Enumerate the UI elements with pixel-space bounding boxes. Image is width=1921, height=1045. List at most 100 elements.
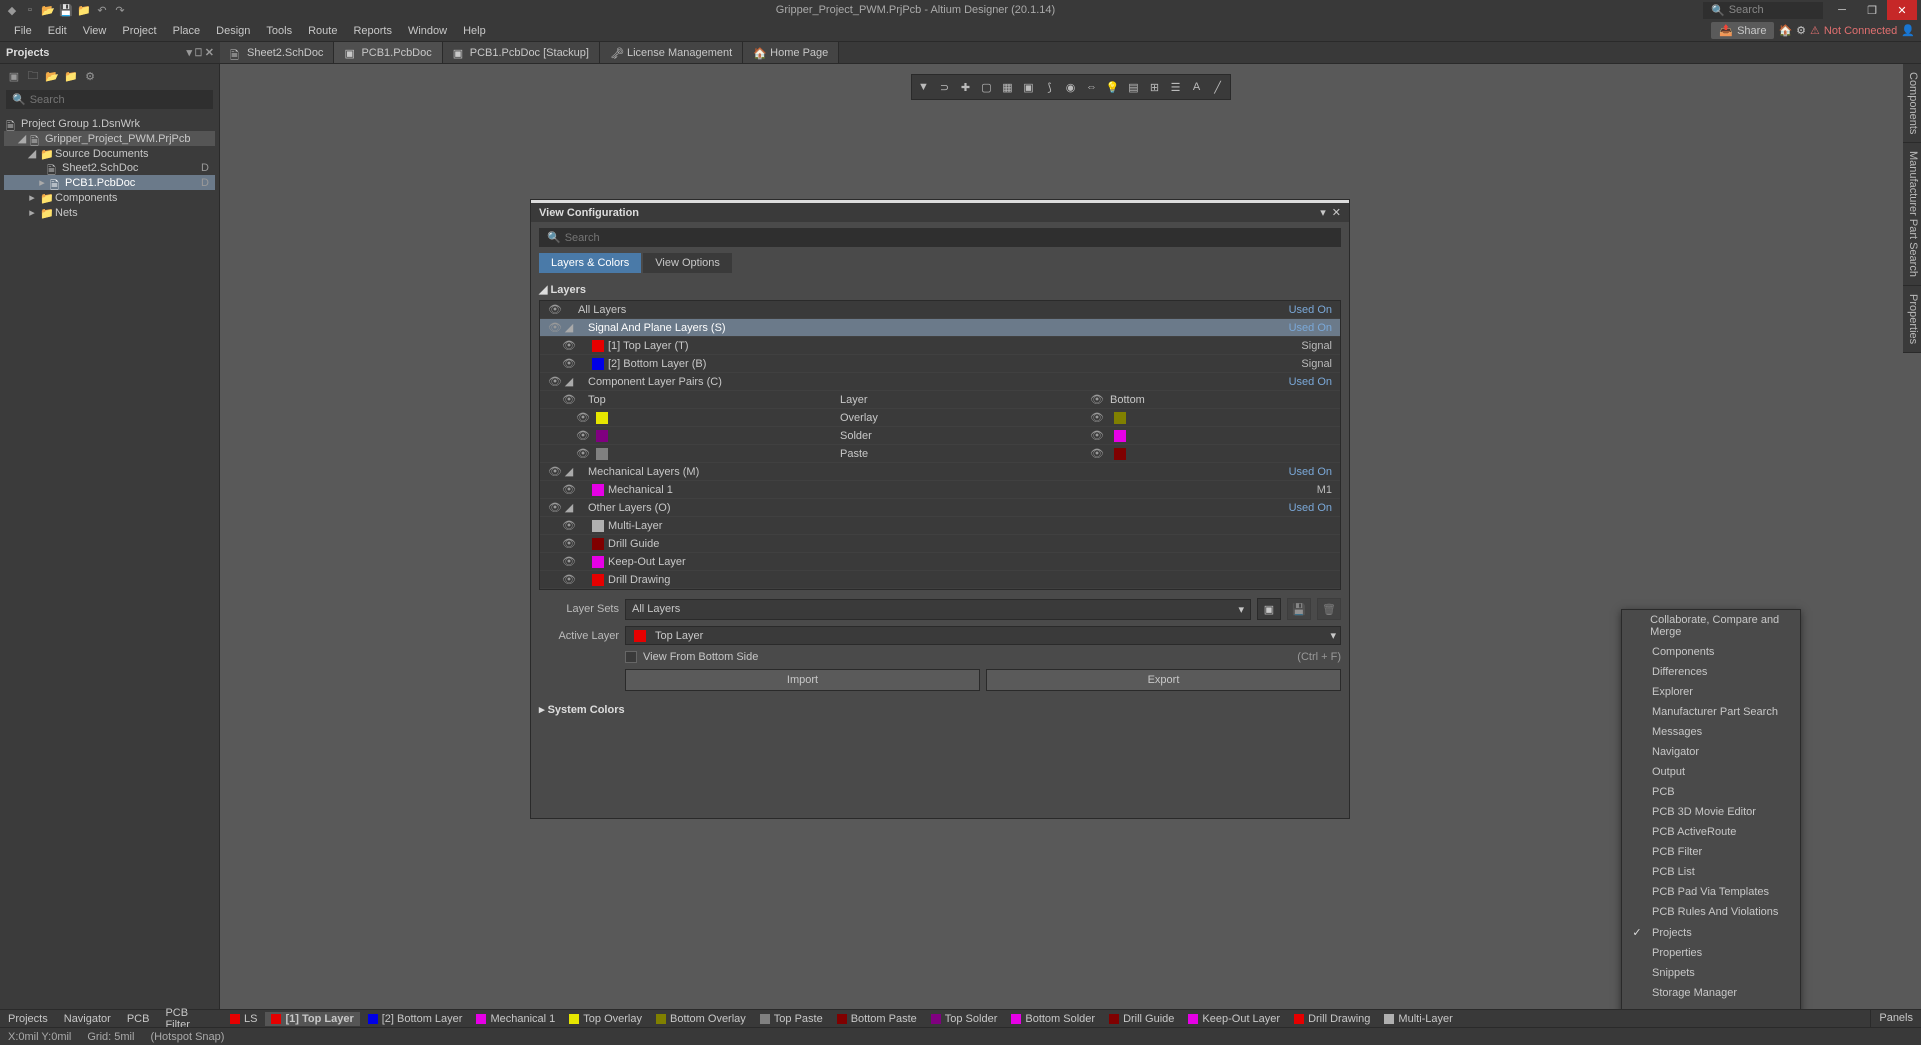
- tree-sheet2[interactable]: 🗎Sheet2.SchDocD: [4, 161, 215, 175]
- vc-section-layers[interactable]: ◢ Layers: [539, 279, 1341, 300]
- layer-chip[interactable]: Mechanical 1: [470, 1012, 561, 1026]
- right-tab[interactable]: Manufacturer Part Search: [1903, 143, 1921, 286]
- layer-ls[interactable]: LS: [224, 1012, 263, 1026]
- expand-icon[interactable]: ◢: [17, 132, 27, 145]
- square-icon[interactable]: ▢: [978, 78, 996, 96]
- bottom-tab[interactable]: Projects: [0, 1011, 56, 1027]
- doc-tab[interactable]: 🗎Sheet2.SchDoc: [220, 42, 334, 63]
- menu-tools[interactable]: Tools: [258, 22, 300, 40]
- ctx-item[interactable]: PCB Pad Via Templates: [1622, 882, 1800, 902]
- layer-sets-save[interactable]: 💾: [1287, 598, 1311, 620]
- vc-mech-layers[interactable]: 👁◢Mechanical Layers (M)Used On: [540, 463, 1340, 481]
- projects-search[interactable]: 🔍: [6, 90, 213, 109]
- vc-drill-draw[interactable]: 👁Drill Drawing: [540, 571, 1340, 589]
- ctx-item[interactable]: Snippets: [1622, 963, 1800, 983]
- vc-paste-row[interactable]: 👁Paste👁: [540, 445, 1340, 463]
- eye-icon[interactable]: 👁: [548, 321, 562, 334]
- ctx-item[interactable]: PCB List: [1622, 862, 1800, 882]
- layer-sets-add[interactable]: ▣: [1257, 598, 1281, 620]
- color-swatch[interactable]: [592, 484, 604, 496]
- vc-search[interactable]: 🔍: [539, 228, 1341, 247]
- tab-layers-colors[interactable]: Layers & Colors: [539, 253, 641, 273]
- ctx-item[interactable]: Output: [1622, 762, 1800, 782]
- vc-search-input[interactable]: [565, 232, 1333, 244]
- layer-icon[interactable]: ▤: [1125, 78, 1143, 96]
- line-icon[interactable]: ╱: [1209, 78, 1227, 96]
- right-tab[interactable]: Components: [1903, 64, 1921, 143]
- eye-icon[interactable]: 👁: [562, 519, 576, 532]
- vc-top-layer[interactable]: 👁[1] Top Layer (T)Signal: [540, 337, 1340, 355]
- folder-icon[interactable]: 📁: [76, 2, 92, 18]
- layer-chip[interactable]: Bottom Paste: [831, 1012, 923, 1026]
- projects-header-buttons[interactable]: ▾ ⎕ ✕: [187, 46, 214, 60]
- ctx-item[interactable]: Differences: [1622, 662, 1800, 682]
- eye-icon[interactable]: 👁: [576, 447, 590, 460]
- ctx-item[interactable]: Storage Manager: [1622, 983, 1800, 1003]
- menu-view[interactable]: View: [75, 22, 115, 40]
- mask-icon[interactable]: ⊃: [936, 78, 954, 96]
- proj-btn-3[interactable]: 📂: [44, 68, 60, 84]
- ctx-item[interactable]: Navigator: [1622, 742, 1800, 762]
- menu-edit[interactable]: Edit: [40, 22, 75, 40]
- layer-chip[interactable]: Top Paste: [754, 1012, 829, 1026]
- eye-icon[interactable]: 👁: [562, 339, 576, 352]
- vc-multi[interactable]: 👁Multi-Layer: [540, 517, 1340, 535]
- vc-keepout[interactable]: 👁Keep-Out Layer: [540, 553, 1340, 571]
- color-swatch[interactable]: [592, 358, 604, 370]
- connection-status[interactable]: ⚠ Not Connected: [1810, 24, 1897, 37]
- route-icon[interactable]: ⟆: [1041, 78, 1059, 96]
- vc-solder-row[interactable]: 👁Solder👁: [540, 427, 1340, 445]
- eye-icon[interactable]: 👁: [562, 393, 576, 406]
- eye-icon[interactable]: 👁: [562, 357, 576, 370]
- panels-button[interactable]: Panels: [1870, 1009, 1921, 1027]
- maximize-button[interactable]: ❐: [1857, 0, 1887, 20]
- layer-chip[interactable]: Bottom Solder: [1005, 1012, 1101, 1026]
- text-icon[interactable]: A: [1188, 78, 1206, 96]
- menu-design[interactable]: Design: [208, 22, 258, 40]
- ctx-item[interactable]: Messages: [1622, 722, 1800, 742]
- bar-icon[interactable]: ▦: [999, 78, 1017, 96]
- menu-place[interactable]: Place: [165, 22, 209, 40]
- layer-chip[interactable]: Drill Guide: [1103, 1012, 1180, 1026]
- color-swatch[interactable]: [592, 340, 604, 352]
- view-bottom-checkbox[interactable]: [625, 651, 637, 663]
- layer-chip[interactable]: Drill Drawing: [1288, 1012, 1376, 1026]
- vc-all-layers[interactable]: 👁All LayersUsed On: [540, 301, 1340, 319]
- menu-reports[interactable]: Reports: [345, 22, 400, 40]
- expand-icon[interactable]: ◢: [564, 375, 574, 388]
- ctx-item[interactable]: Explorer: [1622, 682, 1800, 702]
- share-button[interactable]: 📤 Share: [1711, 22, 1774, 39]
- redo-icon[interactable]: ↷: [112, 2, 128, 18]
- vc-drill-guide[interactable]: 👁Drill Guide: [540, 535, 1340, 553]
- proj-btn-4[interactable]: 📁: [63, 68, 79, 84]
- proj-btn-1[interactable]: ▣: [6, 68, 22, 84]
- vc-section-system-colors[interactable]: ▸ System Colors: [539, 699, 1341, 720]
- right-tab[interactable]: Properties: [1903, 286, 1921, 353]
- layer-chip[interactable]: Keep-Out Layer: [1182, 1012, 1286, 1026]
- bulb-icon[interactable]: 💡: [1104, 78, 1122, 96]
- expand-icon[interactable]: ◢: [564, 321, 574, 334]
- close-button[interactable]: ✕: [1887, 0, 1917, 20]
- menu-file[interactable]: File: [6, 22, 40, 40]
- vc-mech1[interactable]: 👁Mechanical 1M1: [540, 481, 1340, 499]
- expand-icon[interactable]: ◢: [564, 465, 574, 478]
- layer-chip[interactable]: [2] Bottom Layer: [362, 1012, 469, 1026]
- eye-icon[interactable]: 👁: [562, 537, 576, 550]
- ctx-item[interactable]: Collaborate, Compare and Merge: [1622, 610, 1800, 642]
- user-icon[interactable]: 👤: [1901, 24, 1915, 37]
- vc-dropdown-icon[interactable]: ▾: [1320, 206, 1326, 219]
- home-icon[interactable]: 🏠: [1778, 24, 1792, 37]
- color-swatch[interactable]: [592, 574, 604, 586]
- layer-chip[interactable]: Top Solder: [925, 1012, 1004, 1026]
- ctx-item[interactable]: PCB Rules And Violations: [1622, 902, 1800, 922]
- expand-icon[interactable]: ◢: [564, 501, 574, 514]
- tree-project[interactable]: ◢🗎Gripper_Project_PWM.PrjPcb: [4, 131, 215, 146]
- bottom-tab[interactable]: Navigator: [56, 1011, 119, 1027]
- eye-icon[interactable]: 👁: [548, 501, 562, 514]
- ctx-item[interactable]: Properties: [1622, 943, 1800, 963]
- layer-chip[interactable]: Top Overlay: [563, 1012, 648, 1026]
- ctx-item[interactable]: Manufacturer Part Search: [1622, 702, 1800, 722]
- dim-icon[interactable]: ⇔: [1083, 78, 1101, 96]
- align-icon[interactable]: ☰: [1167, 78, 1185, 96]
- color-swatch[interactable]: [596, 412, 608, 424]
